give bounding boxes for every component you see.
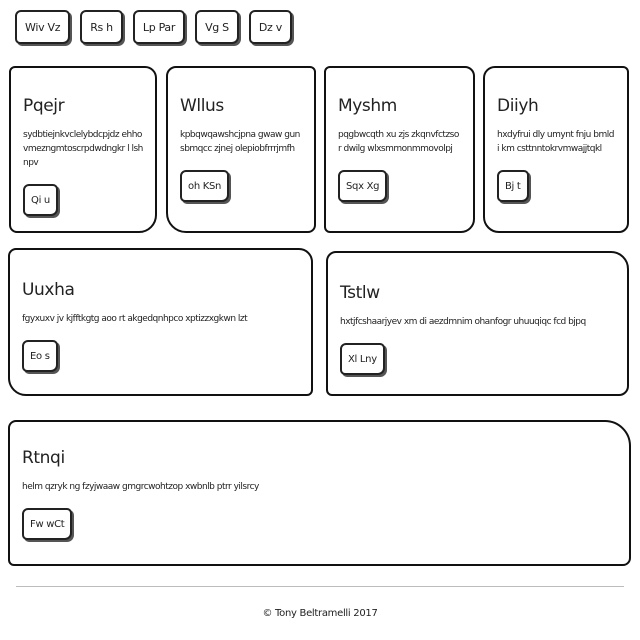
- card-button[interactable]: Qi u: [23, 184, 58, 216]
- card-text: kpbqwqawshcjpna gwaw gunsbmqcc zjnej ole…: [180, 130, 300, 154]
- card-title: Rtnqi: [22, 448, 65, 468]
- nav-button-1[interactable]: Wiv Vz: [15, 10, 71, 44]
- card-title: Diiyh: [497, 96, 539, 116]
- card-text: sydbtiejnkvclelybdcpjdz ehhovmezngmtoscr…: [23, 130, 143, 168]
- card-text: helm qzryk ng fzyjwaaw gmgrcwohtzop xwbn…: [22, 482, 259, 492]
- card-6: Tstlw hxtjfcshaarjyev xm di aezdmnim oha…: [326, 251, 629, 396]
- card-7: Rtnqi helm qzryk ng fzyjwaaw gmgrcwohtzo…: [8, 420, 631, 566]
- card-text: pqgbwcqth xu zjs zkqnvfctzso r dwilg wlx…: [338, 130, 459, 154]
- card-button[interactable]: Fw wCt: [22, 508, 73, 540]
- top-nav: Wiv Vz Rs h Lp Par Vg S Dz v: [15, 10, 292, 44]
- card-text: hxdyfrui dly umynt fnju bmldi km csttnnt…: [497, 130, 614, 154]
- card-text: fgyxuxv jv kjfftkgtg aoo rt akgedqnhpco …: [22, 314, 248, 324]
- card-button[interactable]: oh KSn: [180, 170, 230, 202]
- footer-divider: [16, 586, 624, 587]
- footer-copyright: © Tony Beltramelli 2017: [262, 608, 378, 619]
- card-button[interactable]: Eo s: [22, 340, 58, 372]
- nav-button-4[interactable]: Vg S: [195, 10, 239, 44]
- card-button[interactable]: Sqx Xg: [338, 170, 388, 202]
- card-1: Pqejr sydbtiejnkvclelybdcpjdz ehhovmezng…: [9, 66, 157, 233]
- nav-button-3[interactable]: Lp Par: [132, 10, 186, 44]
- card-button[interactable]: Xl Lny: [340, 343, 385, 375]
- card-5: Uuxha fgyxuxv jv kjfftkgtg aoo rt akgedq…: [8, 248, 313, 396]
- card-button[interactable]: Bj t: [497, 170, 529, 202]
- nav-button-5[interactable]: Dz v: [248, 10, 292, 44]
- card-title: Tstlw: [340, 283, 380, 303]
- card-2: Wllus kpbqwqawshcjpna gwaw gunsbmqcc zjn…: [166, 66, 316, 233]
- page: Wiv Vz Rs h Lp Par Vg S Dz v Pqejr sydbt…: [0, 0, 640, 640]
- nav-button-2[interactable]: Rs h: [80, 10, 123, 44]
- card-title: Pqejr: [23, 96, 65, 116]
- card-text: hxtjfcshaarjyev xm di aezdmnim ohanfogr …: [340, 317, 586, 327]
- card-3: Myshm pqgbwcqth xu zjs zkqnvfctzso r dwi…: [324, 66, 475, 233]
- card-title: Wllus: [180, 96, 224, 116]
- card-title: Myshm: [338, 96, 397, 116]
- card-title: Uuxha: [22, 280, 75, 300]
- card-4: Diiyh hxdyfrui dly umynt fnju bmldi km c…: [483, 66, 629, 233]
